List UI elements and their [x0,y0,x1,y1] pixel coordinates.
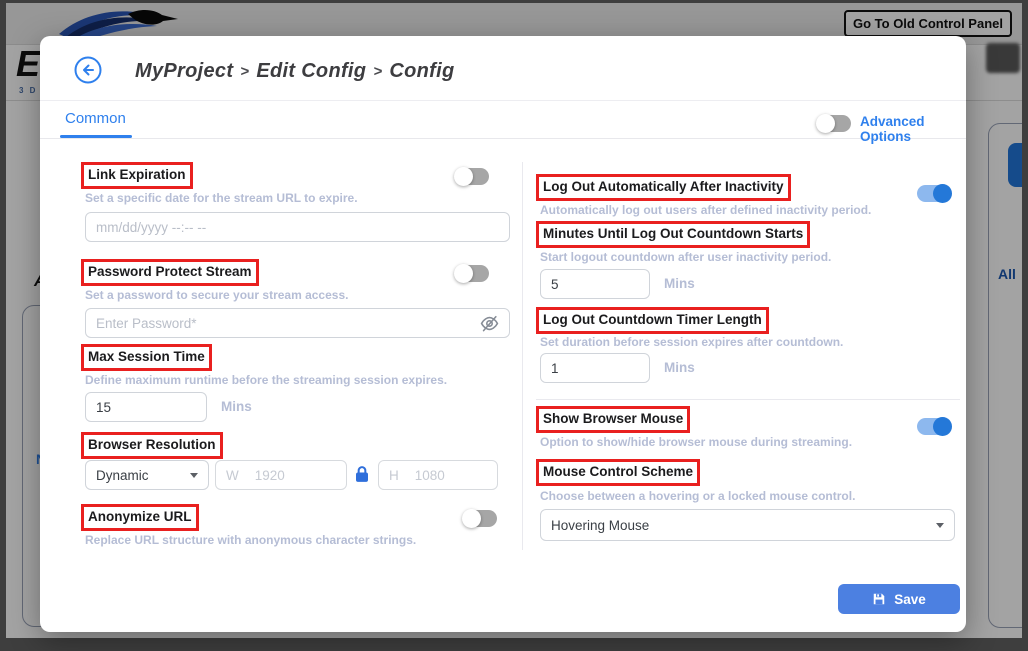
link-expiration-label: Link Expiration [88,167,186,182]
resolution-mode-value: Dynamic [96,468,149,483]
breadcrumb: MyProject > Edit Config > Config [135,60,455,83]
logout-timer-length-description: Set duration before session expires afte… [540,335,843,349]
save-button-label: Save [894,592,926,607]
resolution-height-input[interactable]: H 1080 [378,460,498,490]
link-expiration-toggle[interactable] [457,168,489,185]
mouse-control-scheme-annotation: Mouse Control Scheme [536,459,700,486]
back-button[interactable] [74,56,102,84]
logout-inactivity-description: Automatically log out users after define… [540,203,871,217]
save-icon [872,592,886,606]
show-browser-mouse-description: Option to show/hide browser mouse during… [540,435,852,449]
logout-timer-length-annotation: Log Out Countdown Timer Length [536,307,769,334]
anonymize-url-toggle[interactable] [465,510,497,527]
password-visibility-button[interactable] [480,314,499,336]
anonymize-url-label: Anonymize URL [88,509,192,524]
anonymize-url-description: Replace URL structure with anonymous cha… [85,533,416,547]
logout-countdown-start-description: Start logout countdown after user inacti… [540,250,831,264]
height-prefix: H [389,468,399,483]
edit-config-modal: MyProject > Edit Config > Config Common Adva… [40,36,966,632]
logout-countdown-start-label: Minutes Until Log Out Countdown Starts [543,226,803,241]
aspect-lock-button[interactable] [354,465,370,487]
lock-icon [354,465,370,484]
link-expiration-annotation: Link Expiration [81,162,193,189]
password-protect-annotation: Password Protect Stream [81,259,259,286]
breadcrumb-project[interactable]: MyProject [135,60,233,82]
breadcrumb-config: Config [389,60,454,82]
chevron-down-icon [936,523,944,528]
mouse-control-scheme-description: Choose between a hovering or a locked mo… [540,489,855,503]
logout-inactivity-toggle[interactable] [917,185,949,202]
logout-timer-length-input[interactable] [540,353,650,383]
password-protect-toggle[interactable] [457,265,489,282]
browser-resolution-label: Browser Resolution [88,437,216,452]
logout-inactivity-label: Log Out Automatically After Inactivity [543,179,784,194]
breadcrumb-separator: > [373,63,382,80]
logout-countdown-start-annotation: Minutes Until Log Out Countdown Starts [536,221,810,248]
eye-off-icon [480,314,499,333]
screen: Go To Old Control Panel E 3 D Ap N All M… [0,0,1028,651]
browser-resolution-annotation: Browser Resolution [81,432,223,459]
max-session-time-label: Max Session Time [88,349,205,364]
tab-common[interactable]: Common [65,110,126,127]
max-session-time-annotation: Max Session Time [81,344,212,371]
back-arrow-icon [74,56,102,84]
column-divider [522,162,523,550]
width-value: 1920 [255,468,285,483]
logout-timer-length-unit: Mins [664,360,695,375]
password-protect-label: Password Protect Stream [88,264,252,279]
show-browser-mouse-label: Show Browser Mouse [543,411,683,426]
password-protect-description: Set a password to secure your stream acc… [85,288,348,302]
height-value: 1080 [415,468,445,483]
anonymize-url-annotation: Anonymize URL [81,504,199,531]
resolution-mode-select[interactable]: Dynamic [85,460,209,490]
breadcrumb-edit-config[interactable]: Edit Config [256,60,366,82]
mouse-control-scheme-label: Mouse Control Scheme [543,464,693,479]
logout-countdown-start-input[interactable] [540,269,650,299]
logout-timer-length-label: Log Out Countdown Timer Length [543,312,762,327]
width-prefix: W [226,468,239,483]
logout-countdown-start-unit: Mins [664,276,695,291]
breadcrumb-separator: > [240,63,249,80]
advanced-options-toggle[interactable] [819,115,851,132]
show-browser-mouse-annotation: Show Browser Mouse [536,406,690,433]
link-expiration-date-input[interactable] [85,212,510,242]
max-session-time-input[interactable] [85,392,207,422]
header-divider [40,100,966,101]
password-input[interactable] [85,308,510,338]
show-browser-mouse-toggle[interactable] [917,418,949,435]
section-divider [536,399,960,400]
resolution-width-input[interactable]: W 1920 [215,460,347,490]
mouse-control-scheme-value: Hovering Mouse [551,518,649,533]
link-expiration-description: Set a specific date for the stream URL t… [85,191,358,205]
logout-inactivity-annotation: Log Out Automatically After Inactivity [536,174,791,201]
chevron-down-icon [190,473,198,478]
max-session-time-description: Define maximum runtime before the stream… [85,373,447,387]
tabs-divider [40,138,966,139]
max-session-time-unit: Mins [221,399,252,414]
save-button[interactable]: Save [838,584,960,614]
advanced-options-label: Advanced Options [860,114,966,144]
mouse-control-scheme-select[interactable]: Hovering Mouse [540,509,955,541]
